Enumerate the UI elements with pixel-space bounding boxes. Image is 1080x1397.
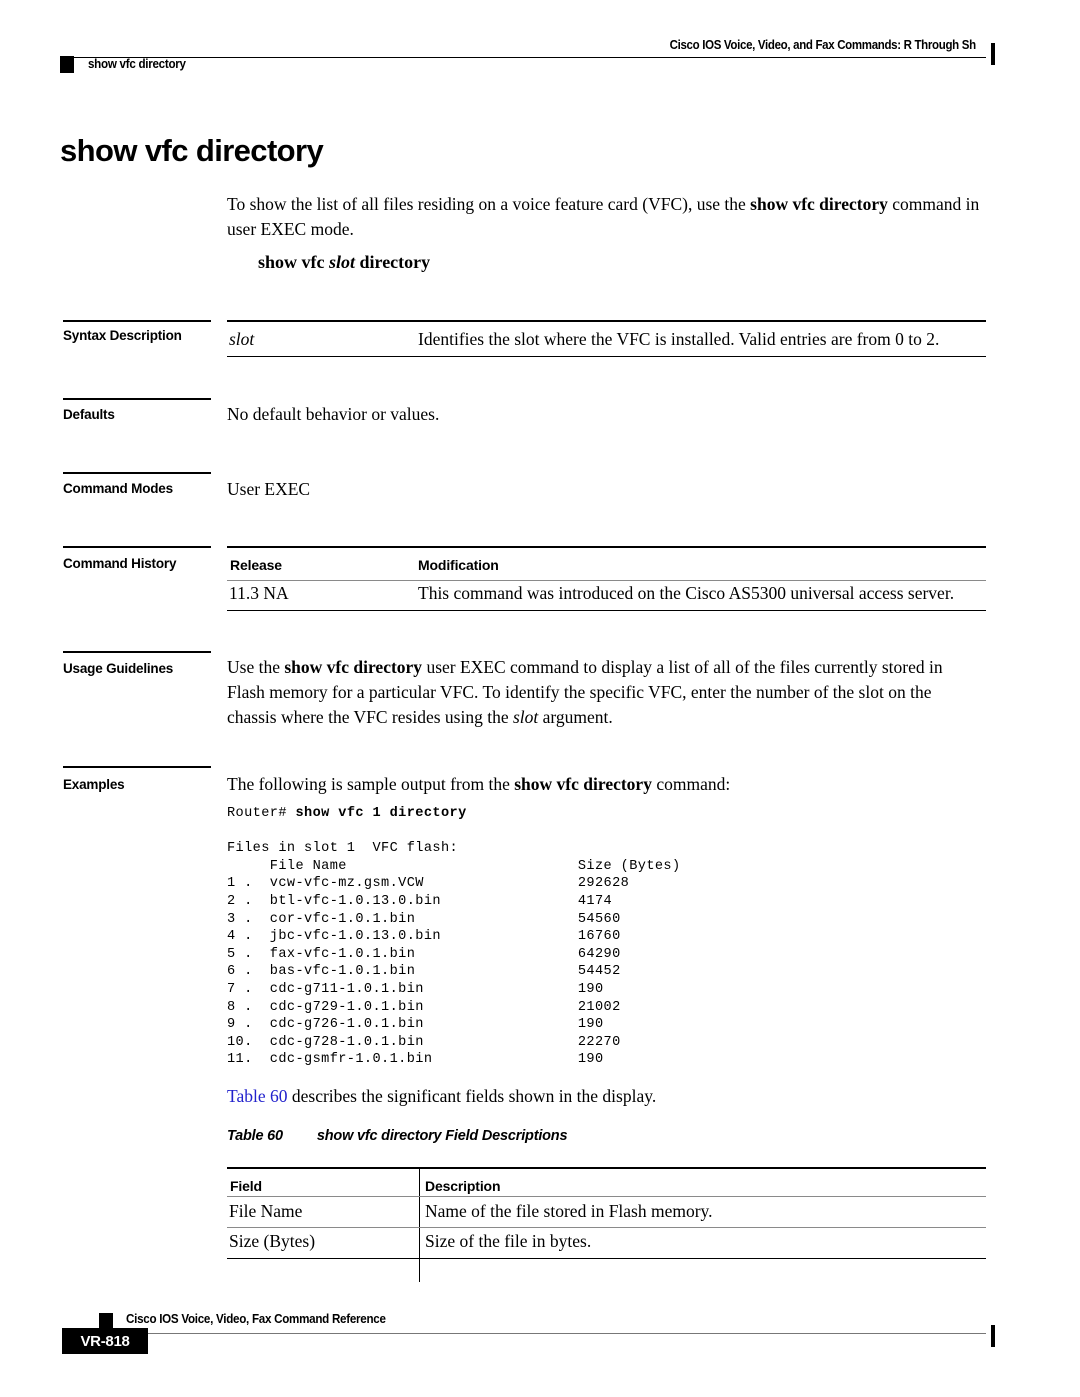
section-label-command-modes: Command Modes	[63, 481, 173, 496]
section-label-usage-guidelines: Usage Guidelines	[63, 661, 174, 676]
table60-bottom-rule	[227, 1258, 986, 1259]
usage-line-1: Use the show vfc directory user EXEC com…	[227, 655, 987, 680]
header-edge-tick	[991, 43, 995, 65]
table60-xref-rest: describes the significant fields shown i…	[287, 1086, 657, 1106]
table60-row-description-0: Name of the file stored in Flash memory.	[425, 1201, 713, 1221]
examples-command-bold: show vfc directory	[514, 774, 652, 794]
syntax-table-bottom-rule	[227, 356, 986, 357]
footer-rule	[107, 1333, 986, 1334]
intro-command-bold: show vfc directory	[750, 194, 888, 214]
table60-row-divider-rule	[227, 1227, 986, 1228]
table60-row-field-0: File Name	[229, 1201, 303, 1221]
table60-column-header-field: Field	[230, 1178, 262, 1194]
examples-intro-pre: The following is sample output from the	[227, 774, 515, 794]
header-rule	[60, 57, 986, 58]
usage-command-bold: show vfc directory	[284, 657, 423, 677]
table60-column-header-description: Description	[425, 1178, 501, 1194]
syntax-command-post: directory	[355, 252, 431, 272]
history-release-value: 11.3 NA	[229, 583, 289, 603]
syntax-description-slot: Identifies the slot where the VFC is ins…	[418, 329, 940, 349]
usage-guidelines-label-rule	[63, 651, 211, 653]
history-modification-value: This command was introduced on the Cisco…	[418, 583, 955, 603]
command-modes-label-rule	[63, 472, 211, 474]
table60-xref-link[interactable]: Table 60	[227, 1086, 288, 1106]
examples-intro-post: command:	[651, 774, 731, 794]
examples-label-rule	[63, 766, 211, 768]
usage-slot-argument: slot	[512, 707, 539, 727]
section-label-examples: Examples	[63, 777, 125, 792]
section-label-command-history: Command History	[63, 556, 177, 571]
table60-top-rule	[227, 1167, 986, 1169]
table60-row-field-1: Size (Bytes)	[229, 1231, 316, 1251]
footer-edge-tick	[991, 1325, 995, 1347]
usage-line3-post: argument.	[538, 707, 613, 727]
code-output-block: Router# show vfc 1 directory Files in sl…	[227, 805, 681, 1069]
usage-line1-post: user EXEC command to display a list of a…	[422, 657, 943, 677]
table60-row-description-1: Size of the file in bytes.	[425, 1231, 592, 1251]
code-entered-command: show vfc 1 directory	[295, 806, 467, 821]
syntax-description-label-rule	[63, 320, 211, 322]
section-label-syntax-description: Syntax Description	[63, 328, 182, 343]
table60-header-divider-rule	[227, 1196, 986, 1197]
command-modes-text: User EXEC	[227, 479, 311, 499]
table60-xref-sentence: Table 60 describes the significant field…	[227, 1086, 656, 1107]
table60-caption-number: Table 60	[227, 1128, 283, 1144]
command-syntax: show vfc slot directory	[258, 252, 430, 273]
usage-line-2: Flash memory for a particular VFC. To id…	[227, 682, 932, 702]
syntax-command-pre: show vfc	[258, 252, 329, 272]
code-output-lines: Files in slot 1 VFC flash: File Name Siz…	[227, 841, 681, 1068]
usage-line3-pre: chassis where the VFC resides using the	[227, 707, 513, 727]
history-table-top-rule	[227, 546, 986, 548]
table60-caption-title: show vfc directory Field Descriptions	[316, 1128, 568, 1144]
syntax-slot-argument: slot	[329, 252, 356, 272]
table60-column-divider	[419, 1167, 420, 1282]
table60-caption: Table 60 show vfc directory Field Descrip…	[227, 1128, 568, 1144]
footer-book-title: Cisco IOS Voice, Video, Fax Command Refe…	[126, 1312, 386, 1326]
header-book-title: Cisco IOS Voice, Video, and Fax Commands…	[669, 38, 976, 52]
history-table-bottom-rule	[227, 610, 986, 611]
syntax-table-top-rule	[227, 320, 986, 322]
defaults-label-rule	[63, 398, 211, 400]
section-label-defaults: Defaults	[63, 407, 115, 422]
usage-guidelines-paragraph: Use the show vfc directory user EXEC com…	[227, 655, 987, 730]
syntax-term-slot: slot	[229, 329, 255, 349]
usage-line1-pre: Use the	[227, 657, 285, 677]
command-history-label-rule	[63, 546, 211, 548]
header-bullet-square-icon	[60, 56, 74, 73]
header-command-name: show vfc directory	[88, 57, 186, 71]
code-prompt: Router#	[227, 806, 296, 821]
history-column-header-modification: Modification	[418, 557, 499, 573]
usage-line-3: chassis where the VFC resides using the …	[227, 705, 987, 730]
history-column-header-release: Release	[230, 557, 282, 573]
examples-intro-paragraph: The following is sample output from the …	[227, 772, 987, 797]
defaults-text: No default behavior or values.	[227, 404, 440, 424]
page-header: Cisco IOS Voice, Video, and Fax Commands…	[0, 0, 1080, 90]
page-title: show vfc directory	[60, 133, 324, 168]
intro-paragraph: To show the list of all files residing o…	[227, 192, 987, 242]
intro-text-pre: To show the list of all files residing o…	[227, 194, 751, 214]
page-number-badge: VR-818	[62, 1328, 148, 1354]
